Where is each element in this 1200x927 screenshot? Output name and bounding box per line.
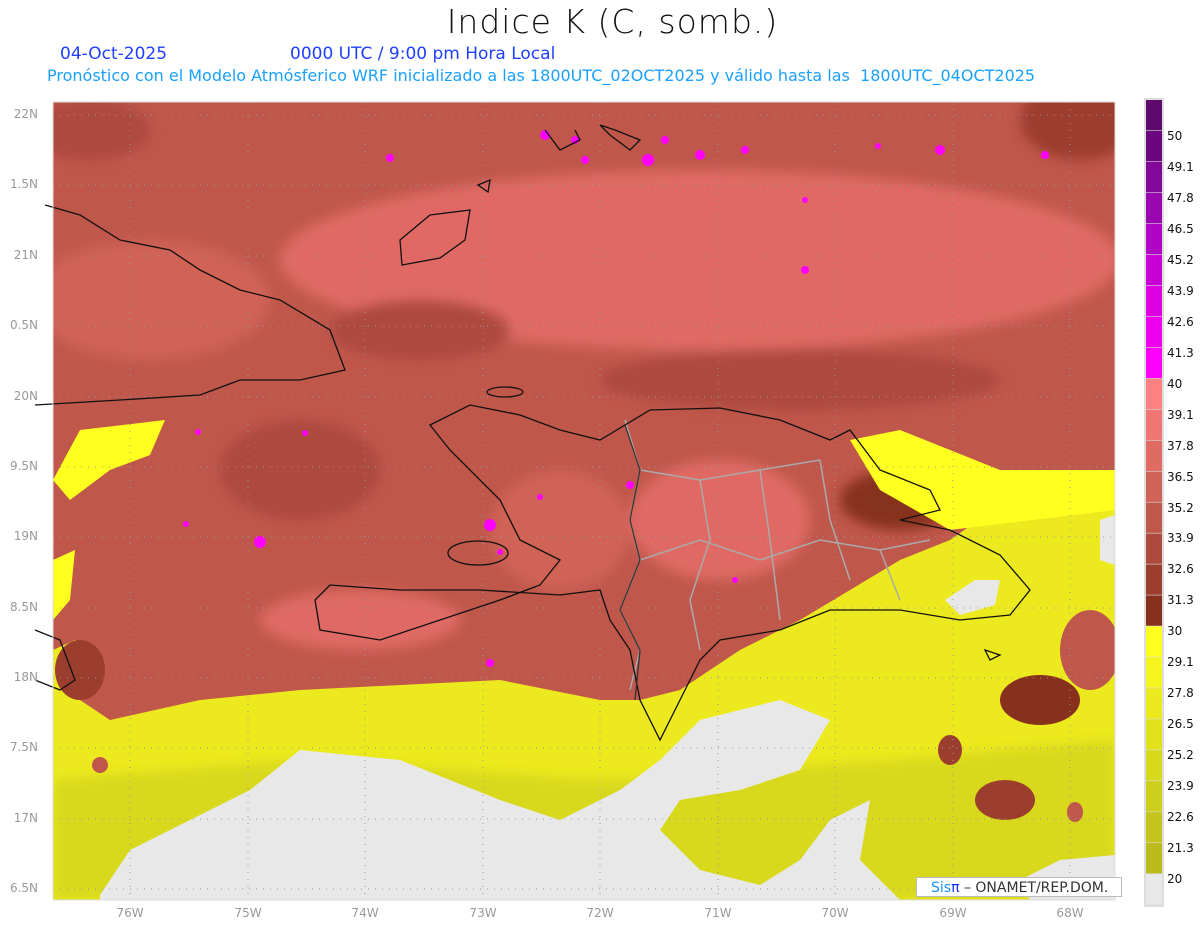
- colorbar-label: 35.2: [1167, 500, 1194, 515]
- colorbar-label: 21.3: [1167, 841, 1194, 856]
- colorbar-label: 39.1: [1167, 407, 1194, 422]
- colorbar-label: 32.6: [1167, 562, 1194, 577]
- lon-label: 76W: [116, 906, 144, 920]
- lat-label: 17N: [13, 811, 38, 825]
- colorbar-swatch: [1146, 657, 1162, 688]
- colorbar-label: 36.5: [1167, 469, 1194, 484]
- lat-label: 19N: [13, 529, 38, 543]
- colorbar-swatch: [1146, 626, 1162, 657]
- credit-box: Sisπ – ONAMET/REP.DOM.: [916, 877, 1122, 897]
- brand-pi: π: [951, 880, 960, 896]
- colorbar-swatch: [1146, 223, 1162, 255]
- colorbar-swatch: [1146, 130, 1162, 162]
- colorbar-label: 47.8: [1167, 190, 1194, 205]
- forecast-date: 04-Oct-2025: [60, 44, 168, 64]
- colorbar-swatch: [1146, 409, 1162, 440]
- lon-label: 69W: [939, 906, 967, 920]
- colorbar-swatch: [1146, 595, 1162, 626]
- lat-label: 20N: [13, 389, 38, 403]
- colorbar-label: 41.3: [1167, 345, 1194, 360]
- colorbar-label: 33.9: [1167, 531, 1194, 546]
- lat-label: 7.5N: [9, 740, 38, 754]
- colorbar-label: 26.5: [1167, 717, 1194, 732]
- lat-label: 0.5N: [9, 318, 38, 332]
- colorbar-swatch: [1146, 874, 1162, 905]
- lon-label: 72W: [586, 906, 614, 920]
- colorbar-label: 43.9: [1167, 283, 1194, 298]
- lat-label: 6.5N: [9, 881, 38, 895]
- colorbar-swatch: [1146, 719, 1162, 750]
- lon-label: 74W: [351, 906, 379, 920]
- lon-label: 75W: [234, 906, 262, 920]
- colorbar-swatch: [1146, 843, 1162, 874]
- k-index-field: [53, 102, 1115, 900]
- colorbar: [1144, 98, 1164, 907]
- lon-label: 73W: [469, 906, 497, 920]
- lat-label: 1.5N: [9, 177, 38, 191]
- colorbar-swatch: [1146, 192, 1162, 224]
- forecast-time: 0000 UTC / 9:00 pm Hora Local: [290, 44, 556, 64]
- forecast-description: Pronóstico con el Modelo Atmósferico WRF…: [47, 66, 1036, 85]
- colorbar-label: 49.1: [1167, 159, 1194, 174]
- lon-label: 71W: [704, 906, 732, 920]
- colorbar-swatch: [1146, 316, 1162, 348]
- colorbar-label: 20: [1167, 872, 1183, 887]
- colorbar-label: 25.2: [1167, 748, 1194, 763]
- colorbar-swatch: [1146, 564, 1162, 595]
- colorbar-label: 23.9: [1167, 779, 1194, 794]
- lat-label: 22N: [13, 107, 38, 121]
- lat-label: 8.5N: [9, 600, 38, 614]
- colorbar-swatch: [1146, 502, 1162, 533]
- map-canvas: [34, 98, 1164, 907]
- colorbar-label: 40: [1167, 376, 1183, 391]
- lat-label: 18N: [13, 670, 38, 684]
- colorbar-label: 46.5: [1167, 221, 1194, 236]
- map-title: Indice K (C, somb.): [446, 2, 779, 41]
- colorbar-swatch: [1146, 781, 1162, 812]
- colorbar-swatch: [1146, 254, 1162, 286]
- lat-label: 21N: [13, 248, 38, 262]
- lon-label: 70W: [821, 906, 849, 920]
- colorbar-label: 30: [1167, 624, 1183, 639]
- colorbar-swatch: [1146, 471, 1162, 502]
- colorbar-label: 37.8: [1167, 438, 1194, 453]
- colorbar-swatch: [1146, 161, 1162, 193]
- colorbar-swatch: [1146, 688, 1162, 719]
- colorbar-swatch: [1146, 285, 1162, 317]
- colorbar-label: 31.3: [1167, 593, 1194, 608]
- colorbar-label: 50: [1167, 128, 1183, 143]
- lon-label: 68W: [1056, 906, 1084, 920]
- lat-label: 9.5N: [9, 459, 38, 473]
- colorbar-label: 22.6: [1167, 810, 1194, 825]
- colorbar-label: 45.2: [1167, 252, 1194, 267]
- colorbar-label: 42.6: [1167, 314, 1194, 329]
- colorbar-swatch: [1146, 812, 1162, 843]
- colorbar-swatch: [1146, 347, 1162, 379]
- colorbar-label: 27.8: [1167, 686, 1194, 701]
- colorbar-swatch: [1146, 100, 1162, 131]
- colorbar-swatch: [1146, 440, 1162, 471]
- brand-sis: Sis: [931, 880, 952, 896]
- colorbar-swatch: [1146, 750, 1162, 781]
- colorbar-swatch: [1146, 533, 1162, 564]
- credit-text: – ONAMET/REP.DOM.: [959, 880, 1109, 896]
- colorbar-swatch: [1146, 378, 1162, 410]
- colorbar-label: 29.1: [1167, 655, 1194, 670]
